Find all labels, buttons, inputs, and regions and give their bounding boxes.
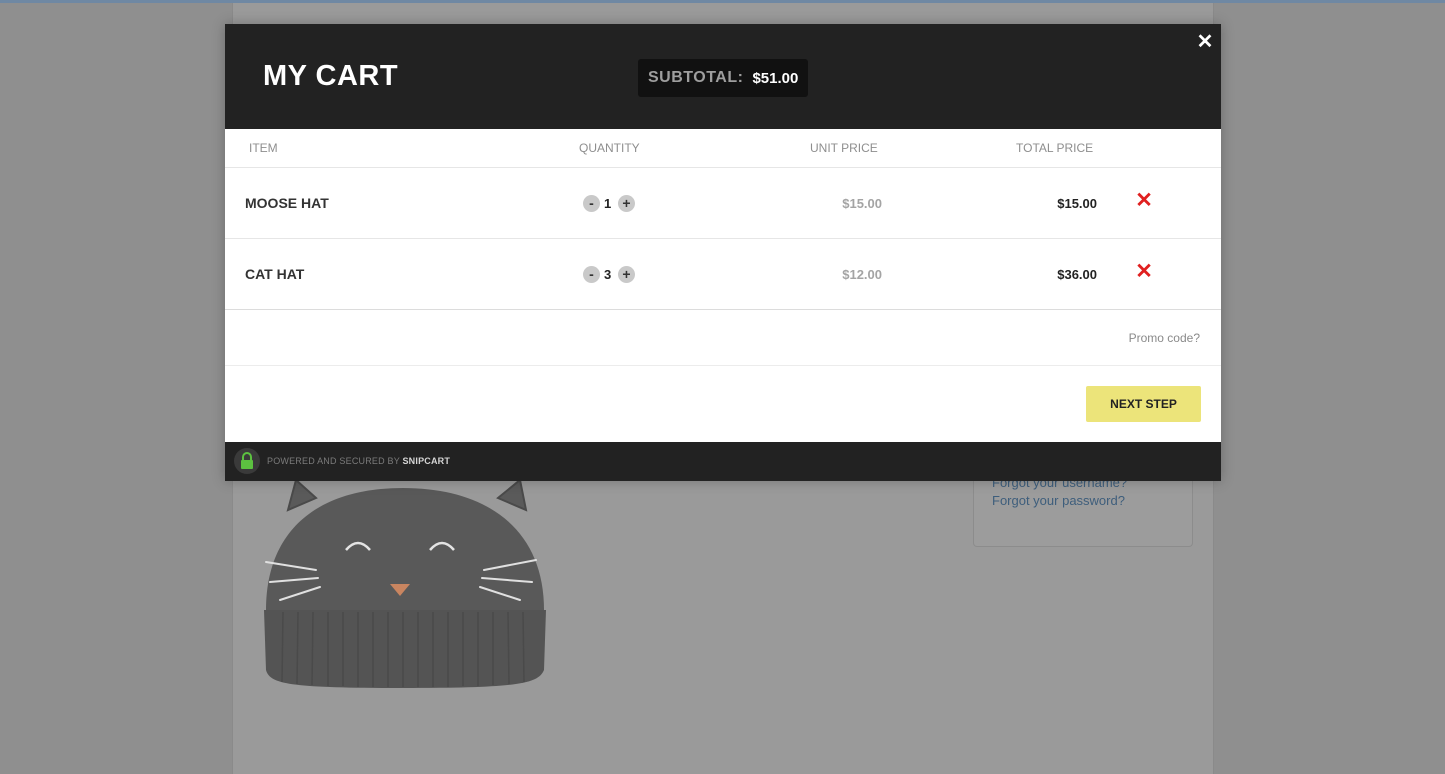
- column-header-total-price: TOTAL PRICE: [1016, 141, 1094, 155]
- column-header-quantity: QUANTITY: [579, 141, 640, 155]
- unit-price: $15.00: [842, 196, 882, 211]
- increase-quantity-button[interactable]: +: [618, 266, 635, 283]
- next-step-button[interactable]: NEXT STEP: [1086, 386, 1201, 422]
- lock-icon: [234, 448, 260, 474]
- subtotal-badge: SUBTOTAL: $51.00: [638, 59, 809, 97]
- total-price: $15.00: [1057, 196, 1097, 211]
- increase-quantity-button[interactable]: +: [618, 195, 635, 212]
- total-price: $36.00: [1057, 267, 1097, 282]
- forgot-password-link[interactable]: Forgot your password?: [992, 493, 1125, 508]
- remove-item-icon[interactable]: ✕: [1135, 261, 1153, 283]
- promo-section: Promo code?: [225, 311, 1221, 366]
- cart-modal: MY CART SUBTOTAL: $51.00 ✕ ITEM QUANTITY…: [225, 24, 1221, 481]
- quantity-value: 3: [604, 267, 612, 282]
- column-header-unit-price: UNIT PRICE: [810, 141, 878, 155]
- quantity-value: 1: [604, 196, 612, 211]
- cart-title: MY CART: [263, 60, 399, 92]
- powered-by-label: POWERED AND SECURED BY: [267, 456, 400, 466]
- cat-hat-image: [264, 478, 546, 688]
- column-header-item: ITEM: [249, 141, 278, 155]
- subtotal-label: SUBTOTAL:: [648, 69, 744, 86]
- snipcart-brand: SNIPCART: [402, 456, 451, 466]
- cart-footer: POWERED AND SECURED BY SNIPCART: [225, 442, 1221, 481]
- item-name: MOOSE HAT: [245, 195, 329, 211]
- cart-item-row: CAT HAT - 3 + $12.00 $36.00 ✕: [225, 238, 1221, 310]
- cart-header: MY CART SUBTOTAL: $51.00 ✕: [225, 24, 1221, 129]
- decrease-quantity-button[interactable]: -: [583, 195, 600, 212]
- promo-code-link[interactable]: Promo code?: [1129, 331, 1200, 345]
- item-name: CAT HAT: [245, 266, 305, 282]
- cart-item-row: MOOSE HAT - 1 + $15.00 $15.00 ✕: [225, 167, 1221, 238]
- decrease-quantity-button[interactable]: -: [583, 266, 600, 283]
- subtotal-value: $51.00: [752, 69, 799, 87]
- unit-price: $12.00: [842, 267, 882, 282]
- remove-item-icon[interactable]: ✕: [1135, 190, 1153, 212]
- powered-by-text: POWERED AND SECURED BY SNIPCART: [267, 456, 450, 466]
- close-icon[interactable]: ✕: [1195, 32, 1215, 52]
